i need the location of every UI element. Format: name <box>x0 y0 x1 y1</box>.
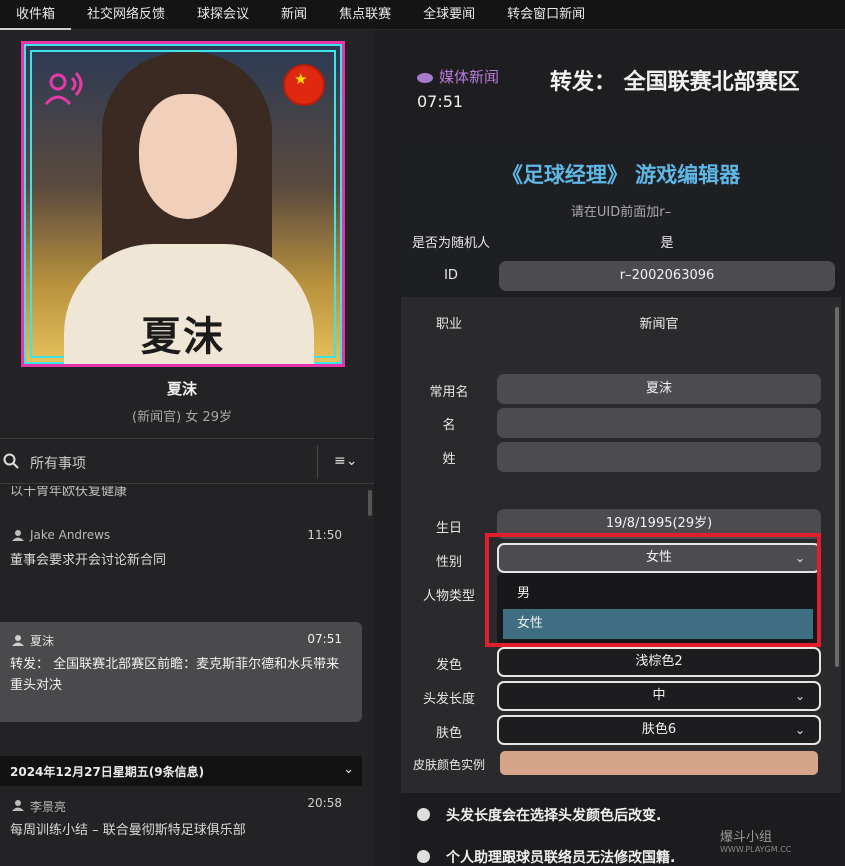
news-title: 转发： 全国联赛北部赛区 <box>550 70 800 95</box>
top-nav: 收件箱 社交网络反馈 球探会议 新闻 焦点联赛 全球要闻 转会窗口新闻 <box>0 0 845 30</box>
hair-length-select[interactable]: 中 ⌄ <box>497 681 821 711</box>
hair-color-label: 发色 <box>435 658 462 673</box>
person-name: 夏沫 <box>166 380 197 398</box>
gender-label: 性别 <box>435 555 462 570</box>
job-value: 新闻官 <box>639 317 679 332</box>
editor-scrollbar[interactable] <box>835 307 839 667</box>
last-name-label: 姓 <box>442 452 456 467</box>
tab-focus-league[interactable]: 焦点联赛 <box>323 0 407 30</box>
skin-color-swatch <box>500 751 818 775</box>
broadcast-person-icon <box>44 71 83 106</box>
editor-hint: 请在UID前面加r– <box>570 205 672 220</box>
id-label: ID <box>444 268 458 283</box>
message-subject: 董事会要求开会讨论新合同 <box>10 553 167 568</box>
portrait-face <box>139 94 237 219</box>
chevron-down-icon: ⌄ <box>794 689 805 703</box>
editor-title: 《足球经理》 游戏编辑器 <box>501 163 741 187</box>
media-news-tag: 媒体新闻 <box>417 66 499 87</box>
list-menu-icon[interactable]: ≡⌄ <box>334 453 357 469</box>
message-item-selected[interactable]: 夏沫 07:51 转发： 全国联赛北部赛区前瞻：麦克斯菲尔德和水兵带来重头对决 <box>0 622 362 722</box>
clipped-message-text: 以十胃年欧仸复健康 <box>10 486 128 499</box>
china-flag-icon: ★ <box>283 64 325 106</box>
filter-divider <box>317 445 318 479</box>
chevron-down-icon: ⌄ <box>794 723 805 737</box>
watermark-text: 爆斗小组 <box>720 830 773 845</box>
app-window: { "nav": { "tabs": ["收件箱", "社交网络反馈", "球探… <box>0 0 845 866</box>
first-name-field[interactable] <box>497 408 821 438</box>
date-header-text: 2024年12月27日星期五(9条信息) <box>10 765 205 779</box>
note-text: 头发长度会在选择头发颜色后改变. <box>446 808 662 824</box>
news-time: 07:51 <box>417 92 464 111</box>
tab-global-news[interactable]: 全球要闻 <box>407 0 491 30</box>
profile-card: ★ 夏沫 <box>21 41 345 367</box>
tab-news[interactable]: 新闻 <box>265 0 323 30</box>
hair-color-select[interactable]: 浅棕色2 <box>497 647 821 677</box>
editor-header: 《足球经理》 游戏编辑器 请在UID前面加r– 是否为随机人 是 ID r–20… <box>401 137 841 297</box>
id-field[interactable]: r–2002063096 <box>499 261 835 291</box>
skin-color-value: 肤色6 <box>641 722 677 737</box>
bullet-icon <box>417 850 430 863</box>
message-subject: 转发： 全国联赛北部赛区前瞻：麦克斯菲尔德和水兵带来重头对决 <box>10 657 340 693</box>
hair-length-label: 头发长度 <box>422 692 475 707</box>
user-icon <box>12 800 24 811</box>
hair-length-value: 中 <box>652 688 666 703</box>
filter-input[interactable]: 所有事项 <box>30 453 86 473</box>
feed-scrollbar[interactable] <box>368 490 372 516</box>
message-subject: 每周训练小结 – 联合曼彻斯特足球俱乐部 <box>10 823 246 838</box>
message-feed: 以十胃年欧仸复健康 Jake Andrews 11:50 董事会要求开会讨论新合… <box>0 486 374 866</box>
birthday-label: 生日 <box>435 521 462 536</box>
random-person-label: 是否为随机人 <box>411 236 490 251</box>
note-text: 个人助理跟球员联络员无法修改国籍. <box>446 850 676 866</box>
person-meta: (新闻官) 女 29岁 <box>132 410 232 425</box>
news-panel: 媒体新闻 07:51 转发： 全国联赛北部赛区 《足球经理》 游戏编辑器 请在U… <box>374 30 845 866</box>
note-nationality: 个人助理跟球员联络员无法修改国籍. <box>417 847 675 866</box>
skin-sample-label: 皮肤颜色实例 <box>412 758 485 772</box>
skin-color-label: 肤色 <box>435 726 462 741</box>
note-hair-length: 头发长度会在选择头发颜色后改变. <box>417 805 661 825</box>
watermark-logo: 爆斗小组 WWW.PLAYGM.CC <box>720 826 791 854</box>
common-name-label: 常用名 <box>429 385 469 400</box>
eye-icon <box>417 72 433 83</box>
search-icon[interactable] <box>3 453 19 469</box>
tab-scouting-meeting[interactable]: 球探会议 <box>181 0 265 30</box>
filter-bar: 所有事项 ≡⌄ <box>0 438 374 484</box>
message-time: 07:51 <box>307 632 342 646</box>
bullet-icon <box>417 808 430 821</box>
message-time: 20:58 <box>307 796 342 810</box>
job-label: 职业 <box>435 317 462 332</box>
person-type-label: 人物类型 <box>422 589 475 604</box>
message-item[interactable]: Jake Andrews 11:50 董事会要求开会讨论新合同 <box>0 522 362 582</box>
game-editor-panel: 《足球经理》 游戏编辑器 请在UID前面加r– 是否为随机人 是 ID r–20… <box>401 137 841 866</box>
highlight-box <box>485 533 821 647</box>
user-icon <box>12 635 24 646</box>
message-time: 11:50 <box>307 528 342 542</box>
first-name-label: 名 <box>442 418 456 433</box>
message-sender: 夏沫 <box>30 634 55 648</box>
media-tag-label: 媒体新闻 <box>439 68 500 86</box>
card-name: 夏沫 <box>141 314 225 360</box>
message-sender: Jake Andrews <box>30 528 111 542</box>
last-name-field[interactable] <box>497 442 821 472</box>
tab-transfer-news[interactable]: 转会窗口新闻 <box>491 0 601 30</box>
tab-inbox[interactable]: 收件箱 <box>0 0 72 30</box>
skin-color-select[interactable]: 肤色6 ⌄ <box>497 715 821 745</box>
date-group-header[interactable]: 2024年12月27日星期五(9条信息) ⌄ <box>0 756 362 786</box>
watermark-url: WWW.PLAYGM.CC <box>720 845 792 854</box>
common-name-field[interactable]: 夏沫 <box>497 374 821 404</box>
user-icon <box>12 530 24 541</box>
left-panel: ★ 夏沫 夏沫 (新闻官) 女 29岁 所有事项 ≡⌄ 以十胃年欧仸复健康 Ja… <box>0 30 374 866</box>
message-sender: 李景亮 <box>30 800 67 814</box>
tab-social-feedback[interactable]: 社交网络反馈 <box>71 0 181 30</box>
message-item[interactable]: 李景亮 20:58 每周训练小结 – 联合曼彻斯特足球俱乐部 <box>0 792 362 852</box>
chevron-down-icon[interactable]: ⌄ <box>343 762 354 777</box>
random-person-value: 是 <box>660 236 674 251</box>
hair-color-value: 浅棕色2 <box>635 654 683 669</box>
